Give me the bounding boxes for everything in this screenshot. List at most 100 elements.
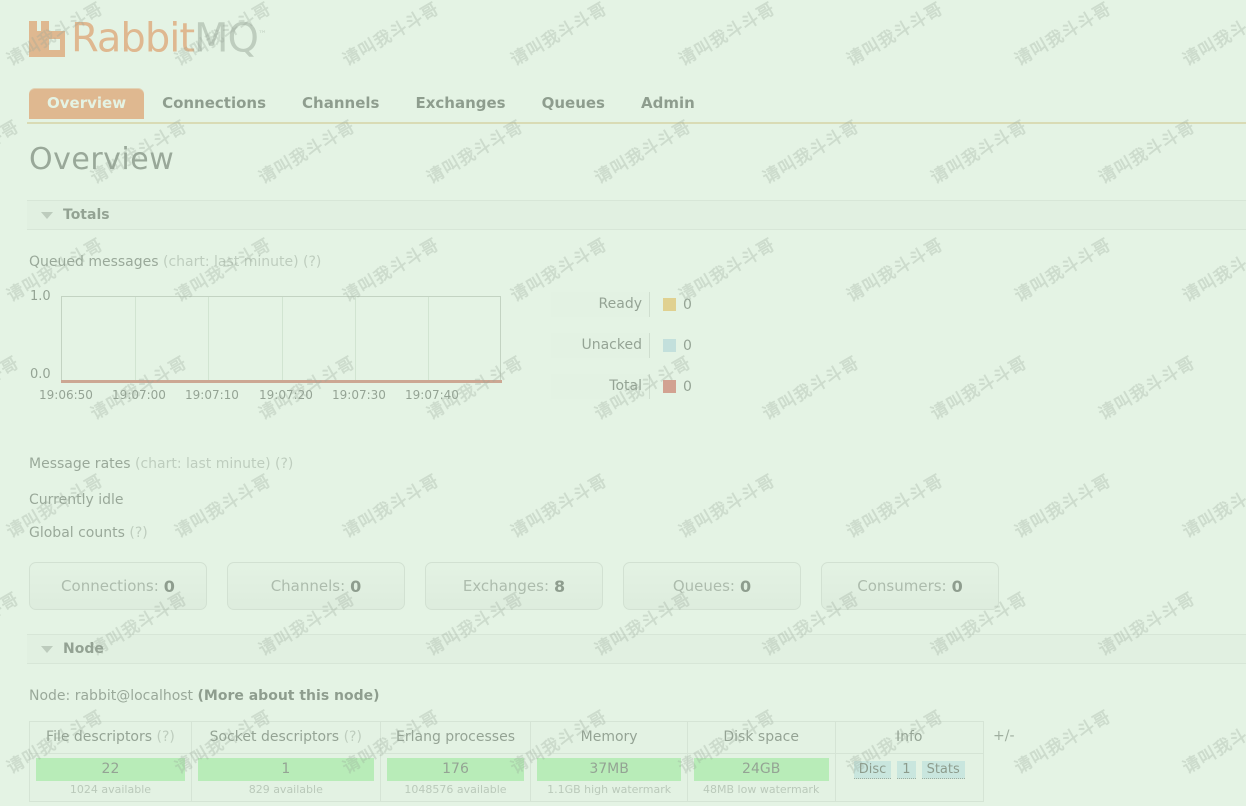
th-file-descriptors: File descriptors (?) bbox=[29, 721, 192, 754]
chart-plot-area bbox=[61, 296, 501, 383]
count-value-queues: 0 bbox=[740, 576, 752, 596]
help-icon-global[interactable]: (?) bbox=[129, 525, 147, 541]
queued-messages-label: Queued messages (chart: last minute) (?) bbox=[29, 254, 321, 270]
currently-idle-text: Currently idle bbox=[29, 492, 124, 508]
meter-file-descriptors: 22 bbox=[36, 758, 185, 781]
global-counts-row: Connections: 0 Channels: 0 Exchanges: 8 … bbox=[29, 562, 999, 610]
meter-socket-descriptors: 1 bbox=[197, 758, 374, 781]
help-icon-queued[interactable]: (?) bbox=[303, 254, 321, 270]
count-label-channels: Channels: bbox=[270, 577, 346, 595]
legend-label-total: Total bbox=[551, 374, 649, 399]
th-label-file-descriptors: File descriptors bbox=[46, 729, 153, 745]
queued-messages-note: (chart: last minute) bbox=[163, 254, 299, 270]
th-label-socket-descriptors: Socket descriptors bbox=[209, 729, 340, 745]
meter-erlang-processes: 176 bbox=[386, 758, 525, 781]
table-header-row: File descriptors (?) Socket descriptors … bbox=[29, 721, 984, 754]
section-title-totals: Totals bbox=[63, 207, 110, 223]
legend-swatch-ready bbox=[663, 298, 676, 311]
sub-socket-descriptors: 829 available bbox=[248, 783, 323, 796]
legend-label-unacked: Unacked bbox=[551, 333, 649, 358]
count-label-queues: Queues: bbox=[672, 577, 735, 595]
meter-disk-space: 24GB bbox=[693, 758, 829, 781]
badge-disc[interactable]: Disc bbox=[853, 761, 892, 779]
chart-series-line-total bbox=[61, 380, 502, 383]
legend-value-total: 0 bbox=[683, 378, 692, 395]
nav-item-admin[interactable]: Admin bbox=[623, 88, 713, 119]
triangle-down-icon bbox=[41, 211, 53, 219]
th-info: Info bbox=[834, 721, 984, 754]
sub-file-descriptors: 1024 available bbox=[69, 783, 152, 796]
chart-xtick-0: 19:06:50 bbox=[39, 388, 93, 402]
chart-xtick-5: 19:07:40 bbox=[405, 388, 459, 402]
count-box-channels[interactable]: Channels: 0 bbox=[227, 562, 405, 610]
legend-value-ready: 0 bbox=[683, 296, 692, 313]
nav-item-exchanges[interactable]: Exchanges bbox=[397, 88, 523, 119]
cell-info: Disc 1 Stats bbox=[834, 753, 984, 802]
th-memory: Memory bbox=[530, 721, 688, 754]
chart-xtick-4: 19:07:30 bbox=[332, 388, 386, 402]
section-title-node: Node bbox=[63, 641, 104, 657]
th-socket-descriptors: Socket descriptors (?) bbox=[190, 721, 381, 754]
queued-messages-text: Queued messages bbox=[29, 254, 159, 270]
nav-item-queues[interactable]: Queues bbox=[524, 88, 623, 119]
badge-stats[interactable]: Stats bbox=[921, 761, 965, 779]
node-prefix: Node: bbox=[29, 688, 71, 704]
nav-item-channels[interactable]: Channels bbox=[284, 88, 397, 119]
trademark-symbol: ™ bbox=[258, 30, 268, 41]
badge-count[interactable]: 1 bbox=[897, 761, 916, 779]
sub-memory: 1.1GB high watermark bbox=[547, 783, 672, 796]
help-icon-rates[interactable]: (?) bbox=[275, 456, 293, 472]
count-value-connections: 0 bbox=[163, 576, 175, 596]
section-header-totals[interactable]: Totals bbox=[27, 200, 1246, 230]
legend-row-unacked: Unacked 0 bbox=[551, 333, 716, 358]
count-label-exchanges: Exchanges: bbox=[462, 577, 550, 595]
cell-socket-descriptors: 1 829 available bbox=[190, 753, 381, 802]
cell-file-descriptors: 22 1024 available bbox=[29, 753, 192, 802]
legend-divider bbox=[649, 333, 650, 358]
count-box-queues[interactable]: Queues: 0 bbox=[623, 562, 801, 610]
cell-memory: 37MB 1.1GB high watermark bbox=[530, 753, 688, 802]
node-identity: Node: rabbit@localhost (More about this … bbox=[29, 688, 380, 704]
nav-underline bbox=[27, 122, 1246, 124]
sub-disk-space: 48MB low watermark bbox=[703, 783, 820, 796]
sub-erlang-processes: 1048576 available bbox=[404, 783, 507, 796]
node-name: rabbit@localhost bbox=[74, 688, 194, 704]
chart-legend: Ready 0 Unacked 0 Total 0 bbox=[551, 292, 716, 415]
chart-xtick-3: 19:07:20 bbox=[259, 388, 313, 402]
help-icon-socket-descriptors[interactable]: (?) bbox=[344, 729, 362, 745]
legend-value-unacked: 0 bbox=[683, 337, 692, 354]
meter-memory: 37MB bbox=[537, 758, 681, 781]
legend-swatch-total bbox=[663, 380, 676, 393]
nav-item-connections[interactable]: Connections bbox=[144, 88, 284, 119]
triangle-down-icon bbox=[41, 645, 53, 653]
count-box-connections[interactable]: Connections: 0 bbox=[29, 562, 207, 610]
legend-divider bbox=[649, 292, 650, 317]
table-row: 22 1024 available 1 829 available 176 10… bbox=[29, 753, 984, 802]
help-icon-file-descriptors[interactable]: (?) bbox=[157, 729, 175, 745]
logo-wordmark: RabbitMQ™ bbox=[71, 15, 268, 59]
rabbitmq-logo[interactable]: RabbitMQ™ bbox=[27, 11, 285, 63]
message-rates-note: (chart: last minute) bbox=[135, 456, 271, 472]
count-value-exchanges: 8 bbox=[554, 576, 566, 596]
logo-word-mq: MQ bbox=[194, 15, 259, 62]
message-rates-label: Message rates (chart: last minute) (?) bbox=[29, 456, 293, 472]
toggle-columns-button[interactable]: +/- bbox=[993, 728, 1015, 744]
section-header-node[interactable]: Node bbox=[27, 634, 1246, 664]
main-navigation: Overview Connections Channels Exchanges … bbox=[0, 88, 1246, 124]
page-title: Overview bbox=[29, 142, 175, 177]
count-label-consumers: Consumers: bbox=[857, 577, 947, 595]
rabbit-logo-icon bbox=[27, 17, 69, 57]
cell-erlang-processes: 176 1048576 available bbox=[379, 753, 532, 802]
global-counts-text: Global counts bbox=[29, 525, 125, 541]
count-box-exchanges[interactable]: Exchanges: 8 bbox=[425, 562, 603, 610]
count-value-channels: 0 bbox=[350, 576, 362, 596]
nav-item-overview[interactable]: Overview bbox=[29, 88, 145, 119]
chart-xtick-2: 19:07:10 bbox=[185, 388, 239, 402]
app-page: RabbitMQ™ Overview Connections Channels … bbox=[0, 0, 1246, 806]
more-about-node-link[interactable]: (More about this node) bbox=[198, 688, 380, 704]
legend-swatch-unacked bbox=[663, 339, 676, 352]
legend-divider bbox=[649, 374, 650, 399]
count-value-consumers: 0 bbox=[951, 576, 963, 596]
legend-row-total: Total 0 bbox=[551, 374, 716, 399]
count-box-consumers[interactable]: Consumers: 0 bbox=[821, 562, 999, 610]
